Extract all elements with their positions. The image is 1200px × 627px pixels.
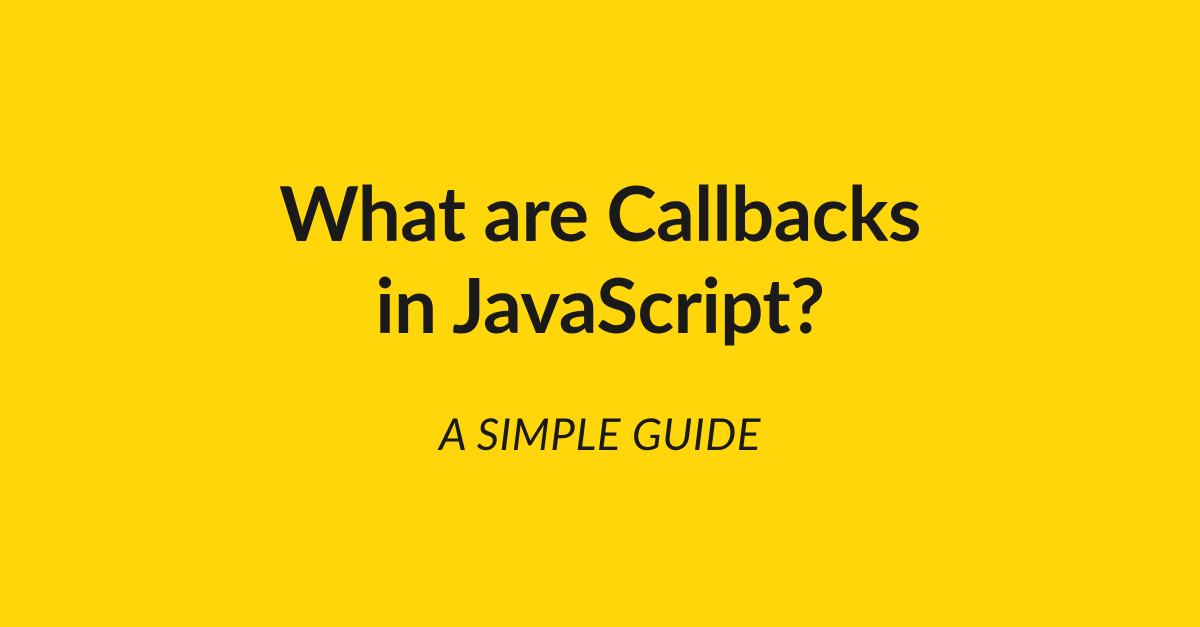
page-subtitle: A SIMPLE GUIDE [439, 408, 761, 460]
page-title: What are Callbacks in JavaScript? [279, 167, 921, 349]
title-line-1: What are Callbacks [279, 167, 921, 258]
title-line-2: in JavaScript? [375, 259, 824, 350]
